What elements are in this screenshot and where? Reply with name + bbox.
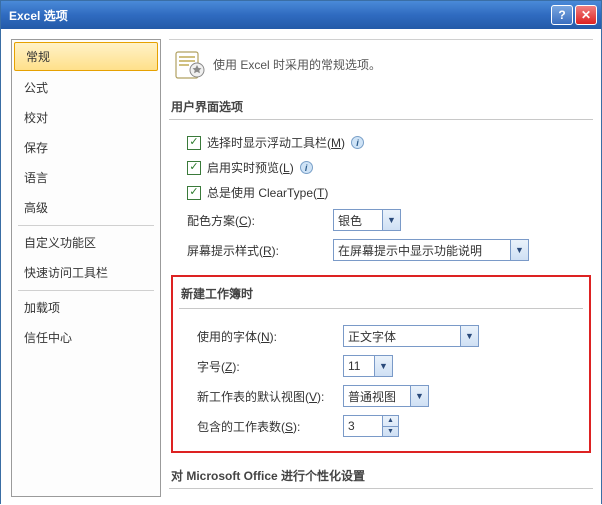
section-newwb-title: 新建工作簿时 (179, 285, 583, 309)
sidebar-item-language[interactable]: 语言 (12, 163, 160, 193)
row-sheet-count: 包含的工作表数(S): 3 ▲▼ (179, 411, 583, 441)
sheet-count-label: 包含的工作表数(S): (197, 418, 337, 435)
sidebar-item-trust[interactable]: 信任中心 (12, 323, 160, 353)
sheet-count-spinner[interactable]: 3 ▲▼ (343, 415, 399, 437)
content-panel: 使用 Excel 时采用的常规选项。 用户界面选项 ✓ 选择时显示浮动工具栏(M… (169, 39, 593, 497)
sidebar-item-addins[interactable]: 加载项 (12, 293, 160, 323)
header-row: 使用 Excel 时采用的常规选项。 (169, 42, 593, 94)
sidebar: 常规 公式 校对 保存 语言 高级 自定义功能区 快速访问工具栏 加载项 信任中… (11, 39, 161, 497)
view-select[interactable]: 普通视图 ▼ (343, 385, 429, 407)
row-color-scheme: 配色方案(C): 银色 ▼ (169, 205, 593, 235)
checkbox-icon[interactable]: ✓ (187, 186, 201, 200)
opt-mini-toolbar[interactable]: ✓ 选择时显示浮动工具栏(M) i (169, 130, 593, 155)
chevron-down-icon: ▼ (460, 326, 478, 346)
highlight-box: 新建工作簿时 使用的字体(N): 正文字体 ▼ 字号(Z): 11 ▼ (171, 275, 591, 453)
opt-label: 选择时显示浮动工具栏(M) (207, 134, 345, 151)
opt-label: 总是使用 ClearType(T) (207, 184, 328, 201)
size-label: 字号(Z): (197, 358, 337, 375)
font-select[interactable]: 正文字体 ▼ (343, 325, 479, 347)
titlebar-buttons: ? ✕ (551, 5, 597, 25)
sidebar-item-save[interactable]: 保存 (12, 133, 160, 163)
spinner-buttons[interactable]: ▲▼ (382, 416, 398, 436)
color-scheme-select[interactable]: 银色 ▼ (333, 209, 401, 231)
sidebar-item-qat[interactable]: 快速访问工具栏 (12, 258, 160, 288)
chevron-down-icon: ▼ (410, 386, 428, 406)
header-text: 使用 Excel 时采用的常规选项。 (213, 56, 381, 73)
opt-cleartype[interactable]: ✓ 总是使用 ClearType(T) (169, 180, 593, 205)
screentip-label: 屏幕提示样式(R): (187, 242, 327, 259)
row-screentip: 屏幕提示样式(R): 在屏幕提示中显示功能说明 ▼ (169, 235, 593, 265)
titlebar[interactable]: Excel 选项 ? ✕ (1, 1, 601, 29)
color-scheme-label: 配色方案(C): (187, 212, 327, 229)
separator (18, 225, 154, 226)
separator (18, 290, 154, 291)
view-label: 新工作表的默认视图(V): (197, 388, 337, 405)
chevron-down-icon: ▼ (383, 427, 398, 437)
window-title: Excel 选项 (9, 7, 551, 24)
options-icon (173, 48, 205, 80)
chevron-up-icon: ▲ (383, 416, 398, 427)
help-button[interactable]: ? (551, 5, 573, 25)
sidebar-item-general[interactable]: 常规 (14, 42, 158, 71)
row-size: 字号(Z): 11 ▼ (179, 351, 583, 381)
opt-live-preview[interactable]: ✓ 启用实时预览(L) i (169, 155, 593, 180)
close-button[interactable]: ✕ (575, 5, 597, 25)
font-label: 使用的字体(N): (197, 328, 337, 345)
chevron-down-icon: ▼ (374, 356, 392, 376)
checkbox-icon[interactable]: ✓ (187, 161, 201, 175)
chevron-down-icon: ▼ (382, 210, 400, 230)
section-ui-title: 用户界面选项 (169, 94, 593, 120)
sidebar-item-formula[interactable]: 公式 (12, 73, 160, 103)
checkbox-icon[interactable]: ✓ (187, 136, 201, 150)
info-icon[interactable]: i (300, 161, 313, 174)
sidebar-item-ribbon[interactable]: 自定义功能区 (12, 228, 160, 258)
row-font: 使用的字体(N): 正文字体 ▼ (179, 321, 583, 351)
opt-label: 启用实时预览(L) (207, 159, 294, 176)
info-icon[interactable]: i (351, 136, 364, 149)
options-window: Excel 选项 ? ✕ 常规 公式 校对 保存 语言 高级 自定义功能区 快速… (0, 0, 602, 504)
screentip-select[interactable]: 在屏幕提示中显示功能说明 ▼ (333, 239, 529, 261)
chevron-down-icon: ▼ (510, 240, 528, 260)
sidebar-item-proof[interactable]: 校对 (12, 103, 160, 133)
row-view: 新工作表的默认视图(V): 普通视图 ▼ (179, 381, 583, 411)
body: 常规 公式 校对 保存 语言 高级 自定义功能区 快速访问工具栏 加载项 信任中… (1, 29, 601, 505)
sidebar-item-advanced[interactable]: 高级 (12, 193, 160, 223)
section-personal-title: 对 Microsoft Office 进行个性化设置 (169, 463, 593, 489)
size-select[interactable]: 11 ▼ (343, 355, 393, 377)
